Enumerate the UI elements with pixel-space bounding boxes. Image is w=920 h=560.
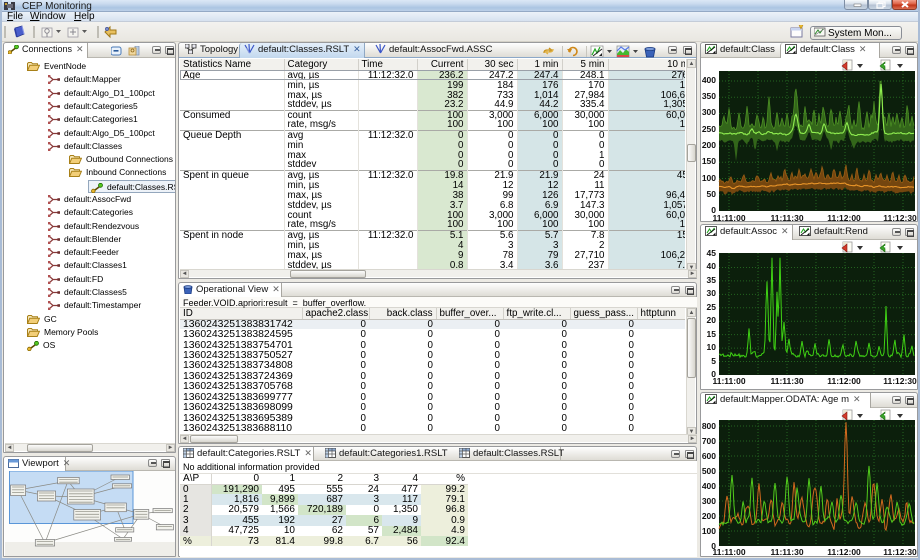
svg-text:11:12:00: 11:12:00: [827, 547, 861, 557]
svg-text:11:11:30: 11:11:30: [770, 376, 803, 386]
svg-text:800: 800: [702, 421, 716, 431]
svg-text:300: 300: [702, 107, 716, 117]
svg-text:11:11:00: 11:11:00: [712, 376, 745, 386]
svg-text:11:11:30: 11:11:30: [770, 213, 803, 223]
svg-text:11:12:30: 11:12:30: [883, 547, 917, 557]
svg-text:15: 15: [707, 329, 717, 339]
svg-text:20: 20: [707, 315, 717, 325]
svg-text:350: 350: [702, 91, 716, 101]
svg-text:30: 30: [707, 288, 717, 298]
svg-text:100: 100: [702, 173, 716, 183]
svg-text:400: 400: [702, 481, 716, 491]
svg-text:300: 300: [702, 496, 716, 506]
svg-text:11:12:00: 11:12:00: [827, 213, 861, 223]
svg-text:200: 200: [702, 511, 716, 521]
svg-text:5: 5: [711, 356, 716, 366]
svg-text:50: 50: [707, 189, 717, 199]
svg-text:25: 25: [707, 302, 717, 312]
svg-text:400: 400: [702, 75, 716, 85]
svg-text:11:12:30: 11:12:30: [883, 213, 917, 223]
svg-text:250: 250: [702, 124, 716, 134]
svg-text:11:12:30: 11:12:30: [883, 376, 917, 386]
svg-text:10: 10: [707, 342, 717, 352]
svg-text:11:11:30: 11:11:30: [770, 547, 803, 557]
svg-text:500: 500: [702, 466, 716, 476]
svg-text:11:11:00: 11:11:00: [712, 213, 745, 223]
svg-text:600: 600: [702, 451, 716, 461]
svg-text:35: 35: [707, 275, 717, 285]
svg-text:100: 100: [702, 526, 716, 536]
svg-text:45: 45: [707, 248, 717, 258]
svg-text:40: 40: [707, 261, 717, 271]
svg-text:150: 150: [702, 156, 716, 166]
svg-text:700: 700: [702, 436, 716, 446]
svg-text:200: 200: [702, 140, 716, 150]
svg-text:11:12:00: 11:12:00: [827, 376, 861, 386]
svg-text:11:11:00: 11:11:00: [712, 547, 745, 557]
